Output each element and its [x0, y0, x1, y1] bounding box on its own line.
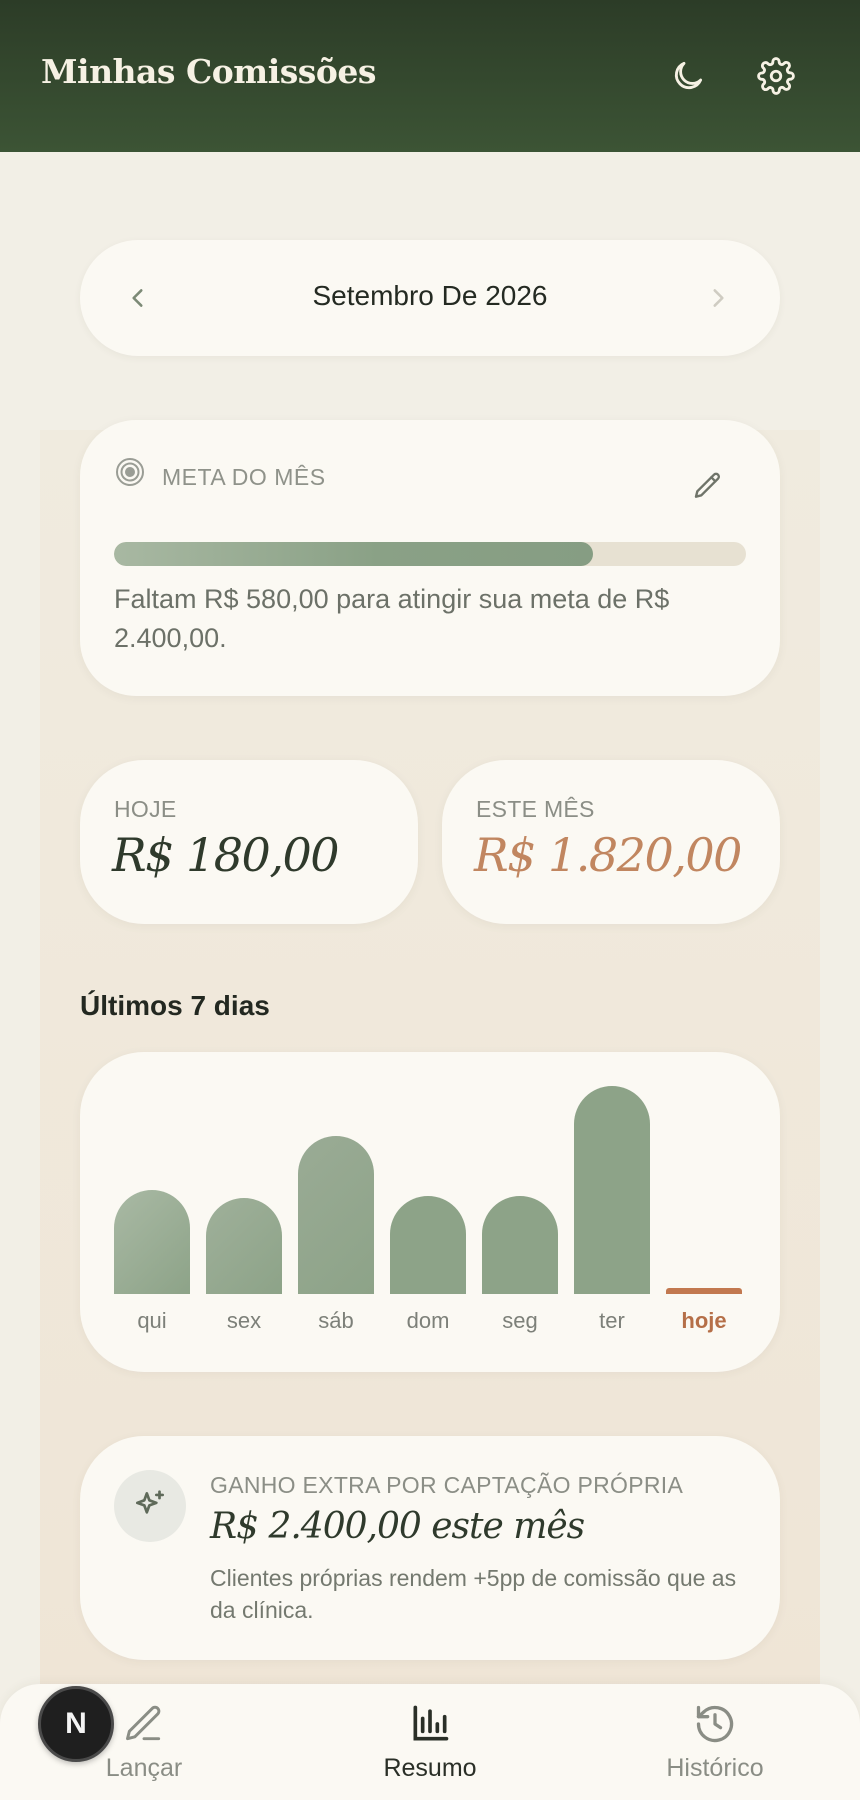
edit-goal-button[interactable] [692, 470, 728, 506]
month-selector: Setembro De 2026 [80, 240, 780, 356]
nav-item-resumo[interactable]: Resumo [330, 1702, 530, 1783]
last-7-days-chart: qui sex sáb dom seg ter hoje [80, 1052, 780, 1372]
history-icon [696, 1705, 734, 1743]
moon-icon [674, 61, 703, 90]
chart-bar-hoje [666, 1287, 742, 1294]
chart-label-ter: ter [599, 1308, 625, 1333]
extra-label: GANHO EXTRA POR CAPTAÇÃO PRÓPRIA [210, 1472, 684, 1498]
chart-label-hoje: hoje [681, 1308, 727, 1333]
last-7-days-title: Últimos 7 dias [80, 990, 270, 1021]
pencil-icon [126, 1705, 161, 1741]
today-value: R$ 180,00 [112, 828, 339, 882]
goal-remaining-text: Faltam R$ 580,00 para atingir sua meta d… [114, 584, 670, 653]
chart-bar-sex [206, 1198, 282, 1294]
page-title: Minhas Comissões [41, 52, 376, 91]
sparkle-icon [135, 1490, 165, 1514]
extra-earnings-card: GANHO EXTRA POR CAPTAÇÃO PRÓPRIA R$ 2.40… [80, 1436, 780, 1660]
gear-icon [757, 57, 795, 95]
chevron-right-icon [713, 289, 724, 307]
month-label: Setembro De 2026 [312, 280, 548, 311]
chart-label-dom: dom [406, 1308, 450, 1333]
chart-bar-sáb [298, 1135, 374, 1294]
bottom-navigation: Lançar Resumo Histórico [0, 1684, 860, 1800]
nav-item-historico[interactable]: Histórico [615, 1702, 815, 1783]
month-value: R$ 1.820,00 [474, 828, 742, 882]
today-earnings-card: HOJE R$ 180,00 [80, 760, 418, 924]
extra-description: Clientes próprias rendem +5pp de comissã… [210, 1565, 737, 1623]
next-month-button[interactable] [700, 280, 736, 316]
target-icon [116, 458, 144, 486]
chart-bar-dom [390, 1196, 466, 1294]
pencil-icon [694, 472, 721, 498]
goal-progress-bar [114, 542, 746, 566]
chart-label-sex: sex [226, 1308, 262, 1333]
goal-label: META DO MÊS [162, 464, 326, 490]
chart-label-sáb: sáb [318, 1308, 354, 1333]
dev-tools-badge[interactable]: N [38, 1686, 114, 1762]
chart-label-seg: seg [502, 1308, 538, 1333]
settings-button[interactable] [754, 54, 798, 98]
theme-toggle-button[interactable] [666, 54, 710, 98]
extra-value: R$ 2.400,00 este mês [210, 1506, 585, 1547]
monthly-goal-card: META DO MÊS Faltam R$ 580,00 para atingi… [80, 420, 780, 696]
today-label: HOJE [114, 796, 177, 822]
extra-icon-badge [114, 1470, 186, 1542]
month-label: ESTE MÊS [476, 796, 595, 822]
chart-label-qui: qui [137, 1308, 167, 1333]
bar-chart-icon [413, 1705, 449, 1741]
goal-progress-fill [114, 542, 594, 566]
nav-label-historico: Histórico [666, 1754, 764, 1782]
app-header: Minhas Comissões [0, 0, 860, 152]
chart-bar-qui [114, 1190, 190, 1294]
month-earnings-card: ESTE MÊS R$ 1.820,00 [442, 760, 780, 924]
nav-label-resumo: Resumo [383, 1754, 477, 1782]
chart-bar-seg [482, 1196, 558, 1294]
chart-bar-ter [574, 1086, 650, 1294]
